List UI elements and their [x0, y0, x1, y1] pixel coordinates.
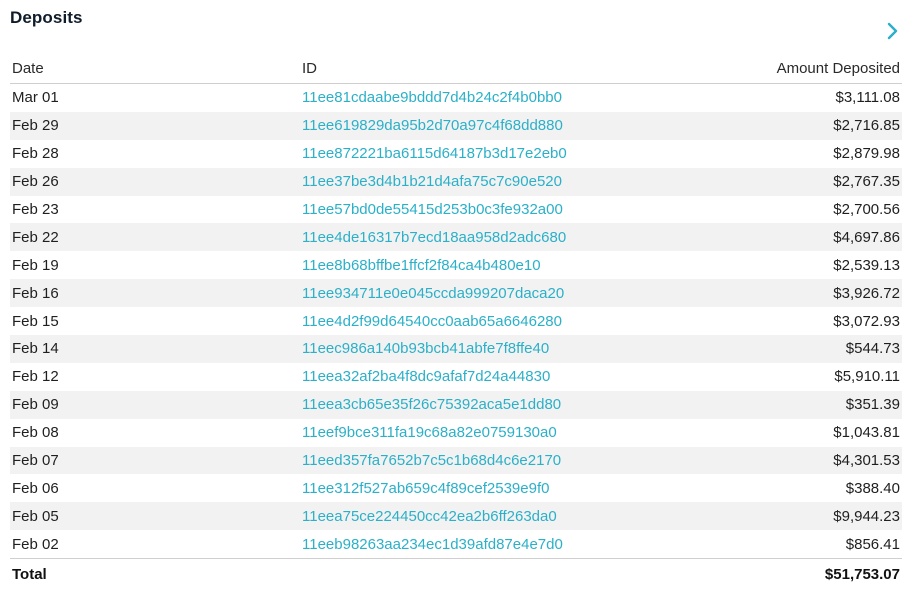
row-id-cell: 11eea75ce224450cc42ea2b6ff263da0 [300, 502, 660, 531]
row-amount: $9,944.23 [660, 502, 902, 531]
row-amount: $1,043.81 [833, 424, 900, 442]
row-date: Feb 15 [12, 312, 59, 330]
row-date: Feb 12 [12, 368, 59, 386]
table-header-row: Date ID Amount Deposited [10, 54, 902, 84]
row-id-cell: 11ee37be3d4b1b21d4afa75c7c90e520 [300, 167, 660, 196]
column-header-date: Date [10, 54, 300, 84]
table-row: Feb 12 11eea32af2ba4f8dc9afaf7d24a44830 $5… [10, 363, 902, 391]
row-id-cell: 11ee4de16317b7ecd18aa958d2adc680 [300, 223, 660, 252]
column-header-amount: Amount Deposited [660, 54, 902, 84]
row-date: Mar 01 [12, 89, 59, 107]
row-amount: $544.73 [660, 335, 902, 363]
table-row: Feb 07 11eed357fa7652b7c5c1b68d4c6e2170 $4… [10, 446, 902, 475]
table-row: Feb 06 11ee312f527ab659c4f89cef2539e9f0 $3… [10, 474, 902, 502]
row-date: Feb 19 [12, 256, 59, 274]
row-amount: $856.41 [845, 535, 900, 553]
row-date: Feb 14 [10, 335, 300, 363]
row-id-cell: 11ee312f527ab659c4f89cef2539e9f0 [300, 474, 660, 502]
table-row: Feb 09 11eea3cb65e35f26c75392aca5e1dd80 $3… [10, 390, 902, 419]
deposit-id-link[interactable]: 11ee312f527ab659c4f89cef2539e9f0 [302, 480, 549, 497]
deposit-id-link[interactable]: 11ee619829da95b2d70a97c4f68dd880 [302, 117, 563, 134]
table-row: Feb 15 11ee4d2f99d64540cc0aab65a6646280 $3… [10, 307, 902, 335]
row-id-cell: 11ee619829da95b2d70a97c4f68dd880 [300, 111, 660, 140]
table-row: Mar 01 11ee81cdaabe9bddd7d4b24c2f4b0bb0 $3… [10, 84, 902, 112]
row-date: Feb 08 [12, 424, 59, 442]
row-date: Feb 26 [10, 167, 300, 196]
total-row: Total $51,753.07 [10, 558, 902, 590]
table-row: Feb 14 11eec986a140b93bcb41abfe7f8ffe40 $5… [10, 335, 902, 363]
row-amount: $2,716.85 [660, 111, 902, 140]
row-id-cell: 11ee934711e0e045ccda999207daca20 [300, 279, 660, 308]
row-date: Feb 16 [10, 279, 300, 308]
deposit-id-link[interactable]: 11eec986a140b93bcb41abfe7f8ffe40 [302, 340, 549, 357]
table-row: Feb 19 11ee8b68bffbe1ffcf2f84ca4b480e10 $2… [10, 251, 902, 279]
row-date: Feb 05 [10, 502, 300, 531]
table-row: Feb 22 11ee4de16317b7ecd18aa958d2adc680 $4… [10, 223, 902, 252]
row-amount: $351.39 [660, 390, 902, 419]
deposit-id-link[interactable]: 11ee4de16317b7ecd18aa958d2adc680 [302, 229, 566, 246]
table-row: Feb 08 11eef9bce311fa19c68a82e0759130a0 $1… [10, 419, 902, 447]
row-amount: $3,926.72 [660, 279, 902, 308]
row-amount: $2,700.56 [833, 201, 900, 218]
row-id-cell: 11ee4d2f99d64540cc0aab65a6646280 [300, 307, 660, 335]
row-date: Feb 07 [10, 446, 300, 475]
deposit-id-link[interactable]: 11ee8b68bffbe1ffcf2f84ca4b480e10 [302, 257, 541, 274]
deposit-id-link[interactable]: 11eed357fa7652b7c5c1b68d4c6e2170 [302, 452, 561, 469]
table-row: Feb 05 11eea75ce224450cc42ea2b6ff263da0 $9… [10, 502, 902, 531]
row-amount: $4,697.86 [660, 223, 902, 252]
column-header-id: ID [300, 54, 660, 84]
row-id-cell: 11ee872221ba6115d64187b3d17e2eb0 [300, 140, 660, 168]
row-date: Feb 02 [12, 535, 59, 553]
row-date: Feb 23 [12, 201, 59, 218]
row-id-cell: 11ee57bd0de55415d253b0c3fe932a00 [300, 196, 660, 224]
row-id-cell: 11eef9bce311fa19c68a82e0759130a0 [300, 419, 660, 447]
row-id-cell: 11eea32af2ba4f8dc9afaf7d24a44830 [300, 363, 660, 391]
row-amount: $5,910.11 [834, 368, 900, 386]
row-date: Feb 09 [10, 390, 300, 419]
deposit-id-link[interactable]: 11ee4d2f99d64540cc0aab65a6646280 [302, 313, 562, 330]
deposit-id-link[interactable]: 11ee934711e0e045ccda999207daca20 [302, 285, 564, 302]
row-id-cell: 11ee81cdaabe9bddd7d4b24c2f4b0bb0 [300, 84, 660, 112]
row-amount: $3,111.08 [835, 89, 900, 107]
deposits-panel: Deposits Date ID Amount Deposited Mar 01… [0, 0, 912, 600]
table-row: Feb 28 11ee872221ba6115d64187b3d17e2eb0 $2… [10, 140, 902, 168]
table-row: Feb 29 11ee619829da95b2d70a97c4f68dd880 $2… [10, 111, 902, 140]
chevron-right-icon[interactable] [886, 22, 900, 40]
total-amount: $51,753.07 [660, 558, 902, 590]
row-amount: $388.40 [845, 479, 900, 497]
row-amount: $2,539.13 [833, 256, 900, 274]
row-amount: $3,072.93 [833, 312, 900, 330]
row-amount: $2,767.35 [660, 167, 902, 196]
panel-title: Deposits [10, 8, 83, 27]
row-id-cell: 11eec986a140b93bcb41abfe7f8ffe40 [300, 335, 660, 363]
row-id-cell: 11ee8b68bffbe1ffcf2f84ca4b480e10 [300, 251, 660, 279]
deposit-id-link[interactable]: 11eea3cb65e35f26c75392aca5e1dd80 [302, 396, 561, 413]
row-date: Feb 06 [12, 479, 59, 497]
deposit-id-link[interactable]: 11ee872221ba6115d64187b3d17e2eb0 [302, 145, 567, 162]
row-date: Feb 29 [10, 111, 300, 140]
deposit-id-link[interactable]: 11ee57bd0de55415d253b0c3fe932a00 [302, 201, 563, 218]
table-row: Feb 26 11ee37be3d4b1b21d4afa75c7c90e520 $2… [10, 167, 902, 196]
table-row: Feb 02 11eeb98263aa234ec1d39afd87e4e7d0 $8… [10, 530, 902, 558]
row-id-cell: 11eeb98263aa234ec1d39afd87e4e7d0 [300, 530, 660, 558]
deposit-id-link[interactable]: 11eef9bce311fa19c68a82e0759130a0 [302, 424, 557, 441]
table-row: Feb 23 11ee57bd0de55415d253b0c3fe932a00 $2… [10, 196, 902, 224]
deposits-table: Date ID Amount Deposited Mar 01 11ee81cda… [10, 54, 902, 590]
row-id-cell: 11eea3cb65e35f26c75392aca5e1dd80 [300, 390, 660, 419]
deposit-id-link[interactable]: 11eeb98263aa234ec1d39afd87e4e7d0 [302, 536, 563, 553]
row-id-cell: 11eed357fa7652b7c5c1b68d4c6e2170 [300, 446, 660, 475]
row-date: Feb 22 [10, 223, 300, 252]
row-date: Feb 28 [12, 145, 59, 163]
row-amount: $2,879.98 [833, 145, 900, 163]
total-spacer [300, 558, 660, 590]
row-amount: $4,301.53 [660, 446, 902, 475]
table-row: Feb 16 11ee934711e0e045ccda999207daca20 $3… [10, 279, 902, 308]
deposit-id-link[interactable]: 11ee37be3d4b1b21d4afa75c7c90e520 [302, 173, 562, 190]
panel-header: Deposits [10, 8, 902, 54]
deposit-id-link[interactable]: 11eea75ce224450cc42ea2b6ff263da0 [302, 508, 557, 525]
total-label: Total [10, 558, 300, 590]
deposit-id-link[interactable]: 11ee81cdaabe9bddd7d4b24c2f4b0bb0 [302, 89, 562, 106]
deposit-id-link[interactable]: 11eea32af2ba4f8dc9afaf7d24a44830 [302, 368, 550, 385]
